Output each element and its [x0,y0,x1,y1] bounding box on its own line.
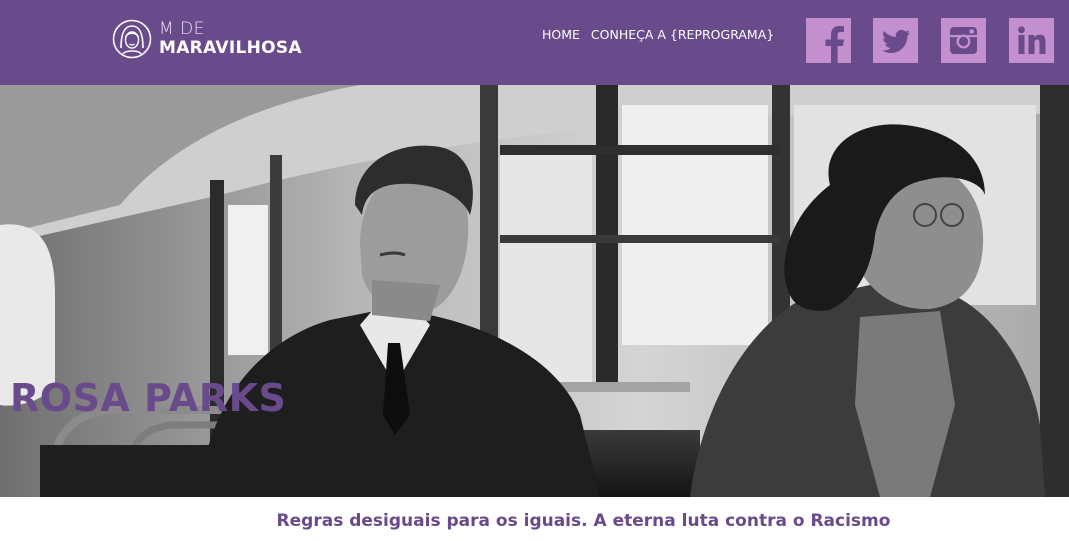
instagram-link[interactable] [941,18,986,63]
instagram-icon [950,27,977,54]
woman-portrait-logo-icon [112,19,152,59]
facebook-link[interactable] [806,18,851,63]
main-nav: HOME CONHEÇA A {REPROGRAMA} [542,27,774,42]
article-subtitle: Regras desiguais para os iguais. A etern… [276,511,891,531]
twitter-icon [882,29,910,53]
twitter-link[interactable] [873,18,918,63]
bus-passengers-photo [0,85,1069,497]
nav-home[interactable]: HOME [542,27,580,42]
linkedin-icon [1018,26,1046,54]
hero-banner: ROSA PARKS [0,85,1069,497]
linkedin-link[interactable] [1009,18,1054,63]
logo-line-1: M DE [159,19,205,39]
hero-title: ROSA PARKS [10,376,287,420]
logo-line-2: MARAVILHOSA [159,38,302,58]
site-logo[interactable]: M DE MARAVILHOSA [112,16,302,62]
nav-conheca-reprograma[interactable]: CONHEÇA A {REPROGRAMA} [591,27,774,42]
facebook-icon [825,26,844,63]
header-bar: M DE MARAVILHOSA HOME CONHEÇA A {REPROGR… [0,0,1069,85]
